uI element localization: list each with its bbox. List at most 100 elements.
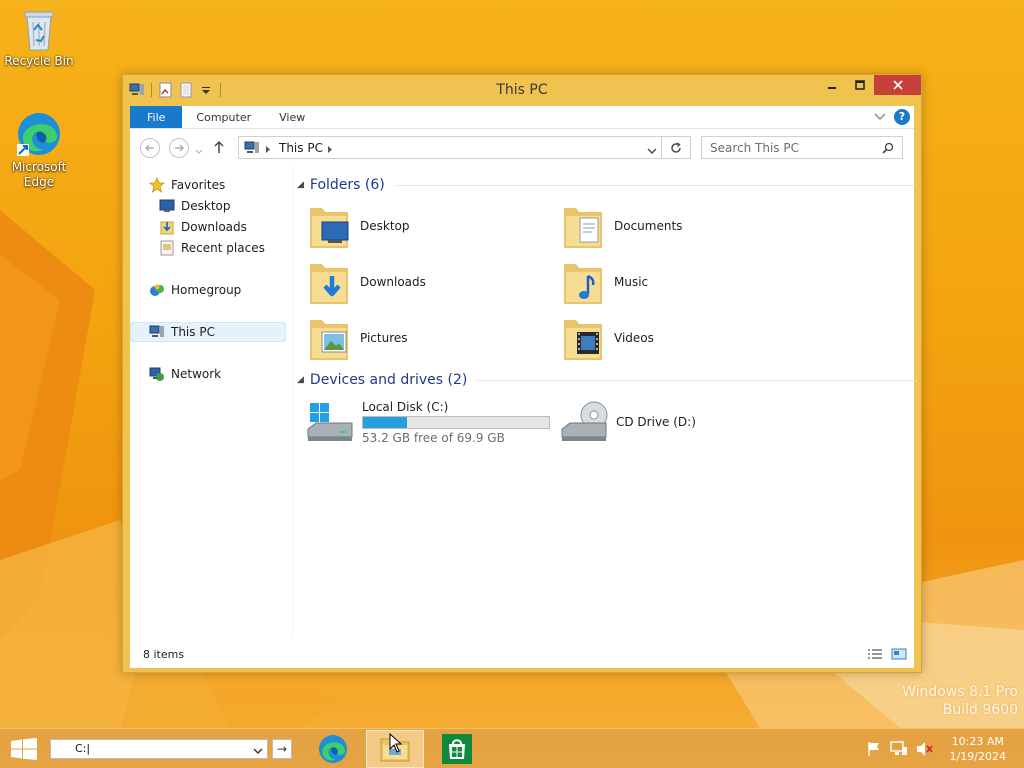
collapse-triangle-icon: ◢ <box>297 375 304 385</box>
breadcrumb-this-pc[interactable]: This PC <box>279 141 323 155</box>
nav-item-label: Network <box>171 367 222 381</box>
folder-label: Documents <box>614 219 683 233</box>
pane-divider[interactable] <box>292 166 293 638</box>
taskbar-store-button[interactable] <box>428 730 486 768</box>
close-button[interactable] <box>874 75 921 95</box>
folder-pictures[interactable]: Pictures <box>308 312 408 364</box>
minimize-button[interactable] <box>818 75 846 95</box>
nav-item-desktop[interactable]: Desktop <box>159 196 231 216</box>
help-button[interactable]: ? <box>894 109 910 125</box>
tab-computer[interactable]: Computer <box>182 106 265 128</box>
watermark-edition: Windows 8.1 Pro <box>902 684 1018 700</box>
tab-file[interactable]: File <box>130 106 183 128</box>
nav-network[interactable]: Network <box>149 364 221 384</box>
caption-buttons <box>818 75 921 95</box>
folder-label: Videos <box>614 331 654 345</box>
recent-places-icon <box>160 240 174 256</box>
address-dropdown-button[interactable] <box>647 144 657 158</box>
nav-homegroup[interactable]: Homegroup <box>149 280 241 300</box>
nav-item-label: Favorites <box>171 178 226 192</box>
item-count: 8 items <box>143 648 185 661</box>
recent-locations-button[interactable] <box>195 144 203 158</box>
navigation-bar: This PC Search This PC <box>130 129 914 166</box>
recycle-bin-icon <box>24 11 54 51</box>
mouse-cursor-icon <box>389 732 403 756</box>
folder-desktop[interactable]: Desktop <box>308 200 410 252</box>
chevron-down-icon <box>647 148 657 154</box>
refresh-button[interactable] <box>661 137 690 158</box>
search-placeholder: Search This PC <box>710 141 799 155</box>
title-bar[interactable]: This PC <box>123 75 921 105</box>
drive-label: CD Drive (D:) <box>616 415 696 429</box>
desktop-icon-label: Recycle Bin <box>4 54 74 68</box>
edge-icon <box>17 113 60 156</box>
back-button[interactable] <box>140 138 160 158</box>
drive-info: Local Disk (C:) 53.2 GB free of 69.9 GB <box>362 400 550 445</box>
nav-item-label: Desktop <box>181 199 231 213</box>
nav-item-recent-places[interactable]: Recent places <box>159 238 265 258</box>
desktop-icon <box>159 199 175 212</box>
address-toolbar-dropdown[interactable] <box>253 745 263 758</box>
arrow-right-icon <box>175 144 184 152</box>
folder-music[interactable]: Music <box>562 256 648 308</box>
folder-downloads[interactable]: Downloads <box>308 256 426 308</box>
taskbar-clock[interactable]: 10:23 AM 1/19/2024 <box>950 734 1006 764</box>
tab-view[interactable]: View <box>265 106 319 128</box>
address-toolbar-value: C:| <box>75 742 91 755</box>
desktop-icon-recycle-bin[interactable]: Recycle Bin <box>1 6 77 69</box>
network-tray-icon[interactable] <box>890 741 908 760</box>
details-view-icon <box>868 649 882 659</box>
address-toolbar-input[interactable]: C:| <box>50 739 268 759</box>
folder-videos[interactable]: Videos <box>562 312 654 364</box>
window-title: This PC <box>496 82 548 98</box>
drive-d[interactable]: CD Drive (D:) <box>560 396 696 448</box>
folders-group-header[interactable]: ◢ Folders (6) <box>297 175 915 195</box>
maximize-button[interactable] <box>846 75 874 95</box>
volume-muted-icon[interactable] <box>916 741 934 760</box>
cd-drive-icon <box>561 401 608 441</box>
edge-icon <box>319 735 347 763</box>
expand-ribbon-icon[interactable] <box>874 110 886 124</box>
os-watermark: Windows 8.1 Pro Build 9600 <box>902 684 1018 718</box>
arrow-left-icon <box>145 144 154 152</box>
desktop-folder-icon <box>310 208 349 248</box>
collapse-triangle-icon: ◢ <box>297 180 304 190</box>
folder-documents[interactable]: Documents <box>562 200 682 252</box>
forward-button[interactable] <box>169 138 189 158</box>
large-icons-view-button[interactable] <box>891 648 907 663</box>
address-toolbar-go-button[interactable]: → <box>272 739 292 759</box>
search-icon[interactable] <box>882 142 894 157</box>
chevron-down-icon <box>195 149 203 154</box>
homegroup-icon <box>150 284 164 296</box>
videos-folder-icon <box>564 320 602 360</box>
windows-logo-icon <box>11 738 37 760</box>
folder-label: Music <box>614 275 649 289</box>
drive-label: Local Disk (C:) <box>362 399 449 414</box>
nav-favorites[interactable]: Favorites <box>149 175 225 195</box>
network-icon <box>149 367 164 381</box>
nav-item-label: Recent places <box>181 241 265 255</box>
minimize-icon <box>828 87 836 89</box>
breadcrumb-chevron-icon[interactable] <box>265 143 271 157</box>
desktop-icon-edge[interactable]: Microsoft Edge <box>1 110 77 190</box>
start-button[interactable] <box>10 738 38 763</box>
pictures-folder-icon <box>310 320 348 360</box>
store-icon <box>442 734 472 764</box>
taskbar-edge-button[interactable] <box>304 730 362 768</box>
drive-c[interactable]: Local Disk (C:) 53.2 GB free of 69.9 GB <box>306 396 550 448</box>
clock-date: 1/19/2024 <box>949 750 1006 763</box>
details-view-button[interactable] <box>867 648 883 663</box>
chevron-down-icon <box>253 748 263 754</box>
navigation-pane-items: Favorites Desktop Downloads Recent place… <box>129 165 294 639</box>
group-title: Folders (6) <box>309 177 385 193</box>
nav-item-downloads[interactable]: Downloads <box>159 217 247 237</box>
address-bar[interactable]: This PC <box>238 136 691 159</box>
local-disk-icon <box>307 403 353 441</box>
nav-this-pc[interactable]: This PC <box>130 322 286 342</box>
up-button[interactable] <box>213 140 225 157</box>
action-center-flag-icon[interactable] <box>866 741 882 760</box>
search-input[interactable]: Search This PC <box>701 136 903 159</box>
devices-group-header[interactable]: ◢ Devices and drives (2) <box>297 370 918 390</box>
breadcrumb-chevron-icon[interactable] <box>327 143 333 157</box>
ribbon-tabs: File Computer View ? <box>130 106 914 129</box>
